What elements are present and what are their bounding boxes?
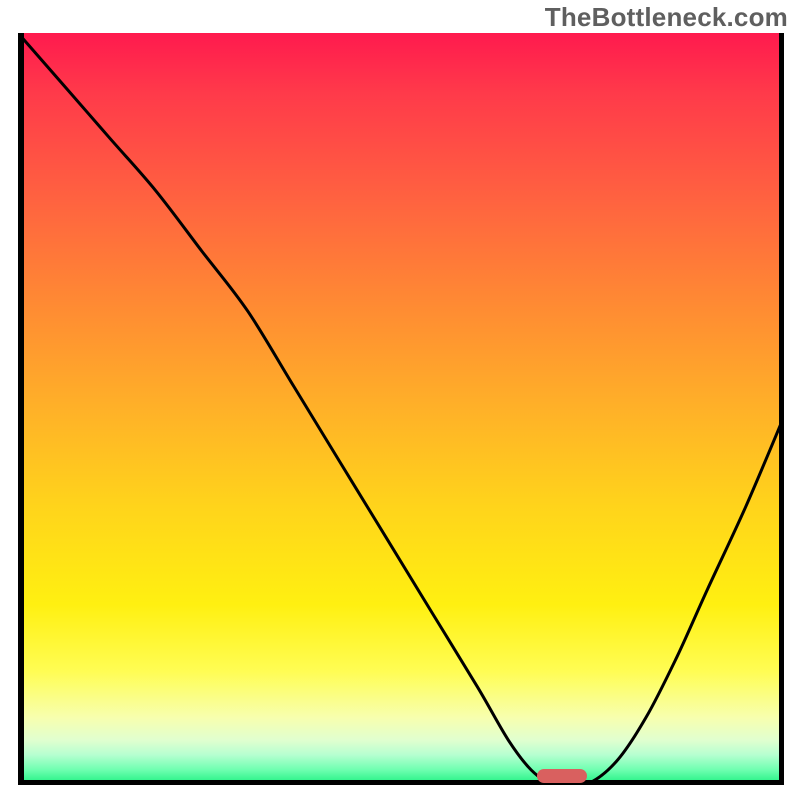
axis-bottom xyxy=(18,780,784,786)
axis-right xyxy=(779,33,785,785)
plot-area xyxy=(18,33,784,785)
axis-left xyxy=(18,33,24,785)
background-gradient xyxy=(18,33,784,785)
watermark-text: TheBottleneck.com xyxy=(545,2,788,33)
chart-frame: TheBottleneck.com xyxy=(0,0,800,800)
optimal-marker xyxy=(537,769,587,783)
